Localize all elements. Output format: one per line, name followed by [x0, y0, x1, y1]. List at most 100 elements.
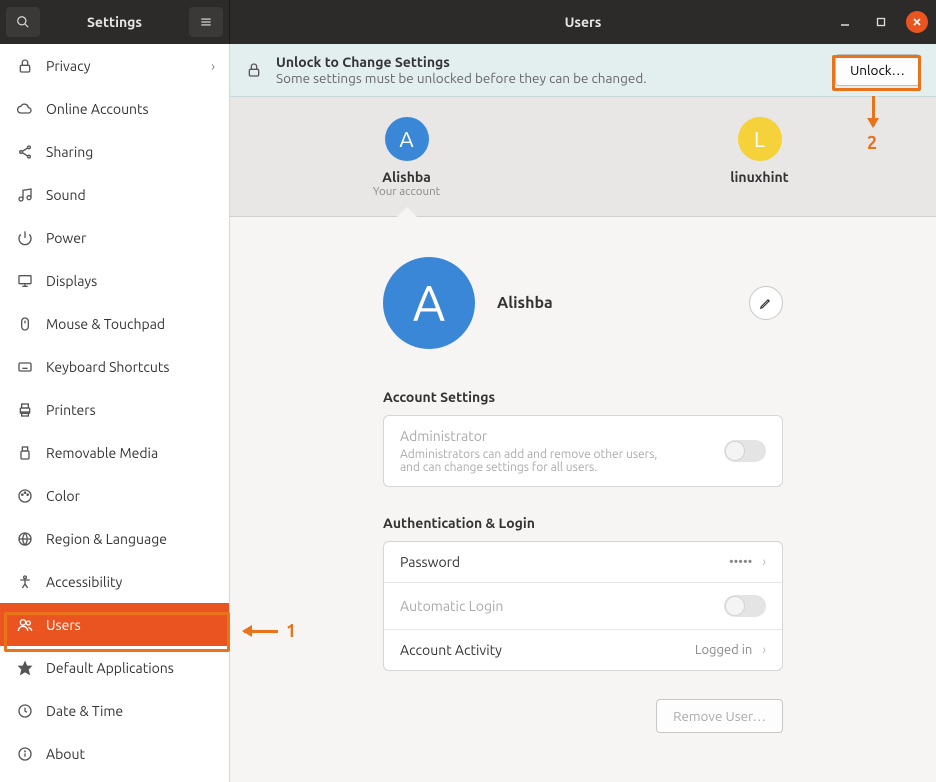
accessibility-icon	[14, 574, 36, 590]
unlock-infobar: Unlock to Change Settings Some settings …	[230, 44, 936, 97]
administrator-row: Administrator Administrators can add and…	[384, 416, 782, 486]
sidebar-item-mouse-touchpad[interactable]: Mouse & Touchpad	[0, 302, 229, 345]
sidebar-item-date-time[interactable]: Date & Time	[0, 689, 229, 732]
sidebar-item-sound[interactable]: Sound	[0, 173, 229, 216]
search-button[interactable]	[6, 7, 40, 37]
sidebar-item-label: Removable Media	[46, 445, 158, 461]
keyboard-icon	[14, 359, 36, 375]
close-button[interactable]	[906, 11, 928, 33]
sidebar-item-label: Online Accounts	[46, 101, 149, 117]
sidebar-item-label: Region & Language	[46, 531, 167, 547]
avatar: A	[385, 117, 429, 161]
titlebar-right: Users	[230, 0, 936, 44]
sidebar-item-label: Mouse & Touchpad	[46, 316, 165, 332]
sidebar-item-keyboard-shortcuts[interactable]: Keyboard Shortcuts	[0, 345, 229, 388]
sidebar-item-label: Printers	[46, 402, 96, 418]
lock-icon	[246, 62, 262, 78]
user-tabs: A AlishbaYour account Llinuxhint	[230, 97, 936, 217]
autologin-toggle[interactable]	[724, 595, 766, 617]
users-icon	[14, 617, 36, 633]
music-icon	[14, 187, 36, 203]
unlock-button[interactable]: Unlock…	[835, 54, 920, 86]
auth-login-panel: Password ••••• › Automatic Login Account…	[383, 541, 783, 671]
password-value: •••••	[729, 555, 752, 569]
autologin-row: Automatic Login	[384, 582, 782, 629]
administrator-toggle[interactable]	[724, 440, 766, 462]
infobar-title: Unlock to Change Settings	[276, 54, 821, 70]
window-controls	[834, 11, 928, 33]
mouse-icon	[14, 316, 36, 332]
maximize-button[interactable]	[870, 11, 892, 33]
page-title: Users	[565, 14, 602, 30]
account-header: A Alishba	[383, 257, 783, 349]
sidebar-item-label: Accessibility	[46, 574, 122, 590]
titlebar: Settings Users	[0, 0, 936, 44]
sidebar-item-printers[interactable]: Printers	[0, 388, 229, 431]
activity-value: Logged in	[695, 643, 753, 657]
sidebar-item-label: Privacy	[46, 58, 90, 74]
sidebar-item-removable-media[interactable]: Removable Media	[0, 431, 229, 474]
sidebar: Privacy › Online Accounts Sharing Sound Power…	[0, 44, 230, 782]
chevron-right-icon: ›	[762, 643, 766, 657]
sidebar-item-sharing[interactable]: Sharing	[0, 130, 229, 173]
user-tab-subtitle: Your account	[317, 185, 497, 198]
avatar-large: A	[383, 257, 475, 349]
sidebar-item-label: Power	[46, 230, 86, 246]
sidebar-item-power[interactable]: Power	[0, 216, 229, 259]
sidebar-item-privacy[interactable]: Privacy ›	[0, 44, 229, 87]
minimize-button[interactable]	[834, 11, 856, 33]
chevron-right-icon: ›	[762, 555, 766, 569]
sidebar-item-region-language[interactable]: Region & Language	[0, 517, 229, 560]
administrator-description: Administrators can add and remove other …	[400, 448, 680, 474]
sidebar-item-displays[interactable]: Displays	[0, 259, 229, 302]
account-settings-title: Account Settings	[383, 389, 783, 405]
power-icon	[14, 230, 36, 246]
sidebar-item-users[interactable]: Users	[0, 603, 229, 646]
sidebar-item-default-applications[interactable]: Default Applications	[0, 646, 229, 689]
settings-title: Settings	[43, 14, 186, 30]
auth-login-title: Authentication & Login	[383, 515, 783, 531]
activity-label: Account Activity	[400, 642, 502, 658]
sidebar-item-label: Displays	[46, 273, 97, 289]
sidebar-item-label: Keyboard Shortcuts	[46, 359, 169, 375]
share-icon	[14, 144, 36, 160]
sidebar-item-label: Color	[46, 488, 80, 504]
sidebar-item-label: About	[46, 746, 85, 762]
autologin-label: Automatic Login	[400, 598, 503, 614]
printer-icon	[14, 402, 36, 418]
user-tab-alishba[interactable]: A AlishbaYour account	[317, 117, 497, 216]
sidebar-item-color[interactable]: Color	[0, 474, 229, 517]
edit-name-button[interactable]	[749, 286, 783, 320]
palette-icon	[14, 488, 36, 504]
hamburger-button[interactable]	[189, 7, 223, 37]
account-name: Alishba	[497, 294, 553, 312]
info-icon	[14, 746, 36, 762]
titlebar-left: Settings	[0, 0, 230, 44]
password-label: Password	[400, 554, 460, 570]
account-settings-panel: Administrator Administrators can add and…	[383, 415, 783, 487]
sidebar-item-label: Sound	[46, 187, 86, 203]
display-icon	[14, 273, 36, 289]
user-tab-linuxhint[interactable]: Llinuxhint	[670, 117, 850, 216]
sidebar-item-label: Default Applications	[46, 660, 174, 676]
sidebar-item-label: Date & Time	[46, 703, 123, 719]
star-icon	[14, 660, 36, 676]
sidebar-item-online-accounts[interactable]: Online Accounts	[0, 87, 229, 130]
avatar: L	[738, 117, 782, 161]
user-tab-name: Alishba	[317, 169, 497, 185]
infobar-text: Unlock to Change Settings Some settings …	[276, 54, 821, 86]
user-tab-name: linuxhint	[670, 169, 850, 185]
user-detail: A Alishba Account Settings Administrator…	[230, 217, 936, 782]
chevron-right-icon: ›	[211, 58, 215, 74]
usb-icon	[14, 445, 36, 461]
sidebar-item-about[interactable]: About	[0, 732, 229, 775]
activity-row[interactable]: Account Activity Logged in ›	[384, 629, 782, 670]
clock-icon	[14, 703, 36, 719]
remove-user-button[interactable]: Remove User…	[656, 699, 783, 733]
sidebar-item-label: Users	[46, 617, 81, 633]
lock-icon	[14, 58, 36, 74]
cloud-icon	[14, 101, 36, 117]
sidebar-item-accessibility[interactable]: Accessibility	[0, 560, 229, 603]
sidebar-item-label: Sharing	[46, 144, 93, 160]
password-row[interactable]: Password ••••• ›	[384, 542, 782, 582]
